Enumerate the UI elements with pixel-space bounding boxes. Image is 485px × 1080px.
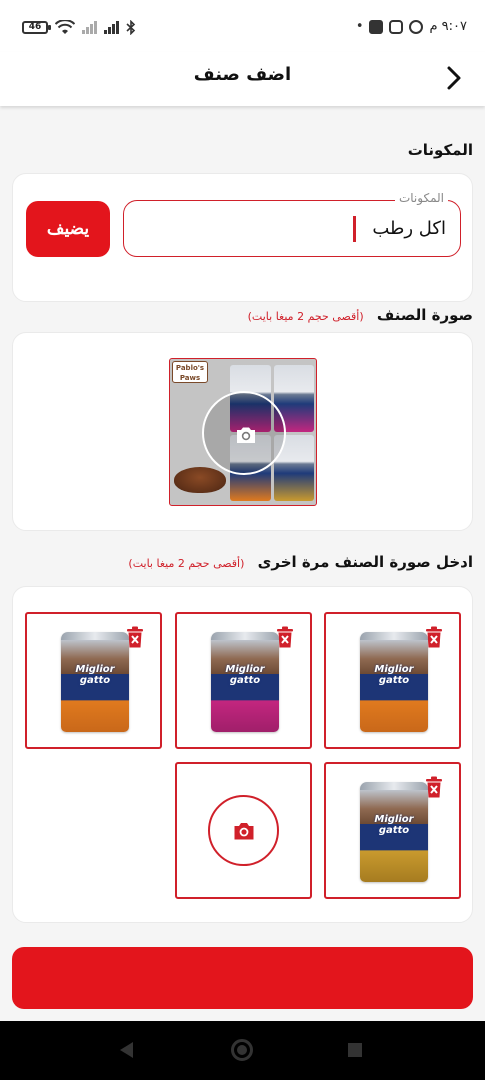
chevron-right-icon xyxy=(447,66,461,90)
signal-icon-sim2 xyxy=(82,21,97,34)
camera-icon xyxy=(234,823,254,840)
food-bowl-image xyxy=(174,467,226,493)
nav-home-icon[interactable] xyxy=(231,1039,253,1061)
extra-images-card: Miglior gatto Miglior gatto Miglior gatt… xyxy=(12,586,473,923)
extra-images-size-hint: (أقصى حجم 2 ميغا بايت) xyxy=(128,557,245,570)
wifi-icon xyxy=(55,20,75,34)
can-brand-text: Miglior gatto xyxy=(225,664,265,686)
status-time: ٩:٠٧ م xyxy=(429,19,467,34)
product-image-title: صورة الصنف xyxy=(376,306,473,324)
bluetooth-icon xyxy=(126,20,136,35)
text-cursor xyxy=(353,216,356,242)
ingredients-input[interactable] xyxy=(134,213,446,243)
extra-image-tile[interactable]: Miglior gatto xyxy=(324,612,461,749)
product-image-section-label: صورة الصنف (أقصى حجم 2 ميغا بايت) xyxy=(248,306,473,324)
extra-images-section-label: ادخل صورة الصنف مرة اخرى (أقصى حجم 2 ميغ… xyxy=(128,553,473,571)
delete-image-button[interactable] xyxy=(126,626,144,648)
can-image: Miglior gatto xyxy=(211,632,279,732)
signal-icon-sim1 xyxy=(104,21,119,34)
product-image-card: Pablo's Paws xyxy=(12,332,473,531)
can-brand-text: Miglior gatto xyxy=(75,664,115,686)
camera-icon xyxy=(237,427,255,443)
status-bar: 46 • ٩:٠٧ م xyxy=(0,0,485,52)
extra-image-tile[interactable]: Miglior gatto xyxy=(324,762,461,899)
back-button[interactable] xyxy=(439,62,469,94)
trash-icon xyxy=(426,776,442,798)
submit-button[interactable] xyxy=(12,947,473,1009)
add-ingredient-button[interactable]: يضيف xyxy=(26,201,110,257)
nav-recents-icon[interactable] xyxy=(348,1043,362,1057)
notification-dot: • xyxy=(355,19,364,34)
status-icons-right: • ٩:٠٧ م xyxy=(352,19,467,34)
product-image-upload[interactable]: Pablo's Paws xyxy=(169,358,317,506)
extra-image-tile[interactable]: Miglior gatto xyxy=(175,612,312,749)
app-header: اضف صنف xyxy=(0,52,485,106)
trash-icon xyxy=(127,626,143,648)
change-image-button[interactable] xyxy=(202,391,286,475)
trash-icon xyxy=(277,626,293,648)
can-image: Miglior gatto xyxy=(360,632,428,732)
add-image-button[interactable] xyxy=(208,795,279,866)
nav-back-icon[interactable] xyxy=(120,1042,133,1058)
can-image: Miglior gatto xyxy=(61,632,129,732)
trash-icon xyxy=(426,626,442,648)
delete-image-button[interactable] xyxy=(276,626,294,648)
delete-image-button[interactable] xyxy=(425,776,443,798)
delete-image-button[interactable] xyxy=(425,626,443,648)
system-nav-bar xyxy=(0,1021,485,1080)
can-image: Miglior gatto xyxy=(360,782,428,882)
battery-icon: 46 xyxy=(22,21,51,34)
extra-images-title: ادخل صورة الصنف مرة اخرى xyxy=(257,553,473,571)
ingredients-field[interactable]: المكونات xyxy=(123,191,461,257)
status-icons-left: 46 xyxy=(22,20,136,35)
brand-logo: Pablo's Paws xyxy=(172,361,208,383)
can-brand-text: Miglior gatto xyxy=(374,664,414,686)
tv-app-icon xyxy=(369,19,384,34)
product-image-size-hint: (أقصى حجم 2 ميغا بايت) xyxy=(247,310,364,323)
extra-image-tile[interactable]: Miglior gatto xyxy=(25,612,162,749)
instagram-icon xyxy=(389,19,404,34)
ingredients-card: المكونات يضيف xyxy=(12,173,473,302)
add-image-tile[interactable] xyxy=(175,762,312,899)
can-brand-text: Miglior gatto xyxy=(374,814,414,836)
ingredients-section-label: المكونات xyxy=(407,141,473,159)
ingredients-field-label: المكونات xyxy=(394,191,448,205)
whatsapp-icon xyxy=(409,19,424,34)
page-title: اضف صنف xyxy=(193,64,292,85)
